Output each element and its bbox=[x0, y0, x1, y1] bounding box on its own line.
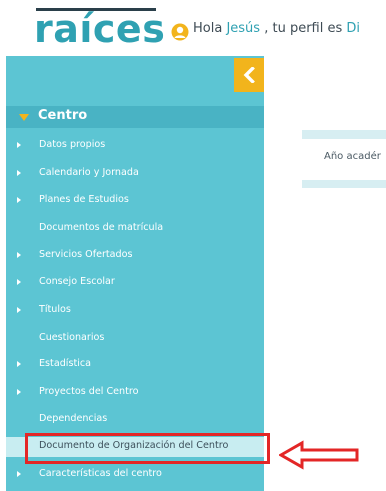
caret-right-icon bbox=[17, 389, 21, 395]
caret-right-icon bbox=[17, 252, 21, 258]
section-title: Centro bbox=[38, 108, 88, 123]
sidebar-item-label: Características del centro bbox=[39, 468, 162, 479]
caret-right-icon bbox=[17, 471, 21, 477]
arrow-left-annotation-icon bbox=[279, 440, 359, 470]
logo[interactable]: raíces bbox=[34, 6, 165, 52]
sidebar-item-titulos[interactable]: Títulos bbox=[6, 301, 264, 321]
header: raíces Hola Jesús , tu perfil es Di bbox=[0, 0, 386, 56]
sidebar-item-label: Documentos de matrícula bbox=[39, 222, 164, 233]
caret-right-icon bbox=[17, 307, 21, 313]
sidebar-item-caracteristicas-del-centro[interactable]: Características del centro bbox=[6, 465, 264, 485]
academic-year-label: Año acadér bbox=[324, 151, 381, 162]
sidebar-item-planes-de-estudios[interactable]: Planes de Estudios bbox=[6, 191, 264, 211]
collapse-sidebar-button[interactable] bbox=[234, 58, 264, 92]
content-divider-top bbox=[302, 130, 386, 139]
sidebar-item-proyectos-del-centro[interactable]: Proyectos del Centro bbox=[6, 383, 264, 403]
chevron-left-icon bbox=[243, 67, 255, 83]
sidebar-item-datos-propios[interactable]: Datos propios bbox=[6, 136, 264, 156]
sidebar-item-label: Planes de Estudios bbox=[39, 194, 129, 205]
sidebar-item-estadistica[interactable]: Estadística bbox=[6, 355, 264, 375]
caret-right-icon bbox=[17, 142, 21, 148]
caret-right-icon bbox=[17, 197, 21, 203]
sidebar-item-consejo-escolar[interactable]: Consejo Escolar bbox=[6, 273, 264, 293]
highlight-annotation-box bbox=[25, 433, 270, 464]
sidebar-item-label: Calendario y Jornada bbox=[39, 167, 139, 178]
section-header-centro[interactable]: Centro bbox=[6, 106, 264, 128]
sidebar-item-label: Cuestionarios bbox=[39, 332, 105, 343]
user-icon[interactable] bbox=[171, 23, 189, 41]
sidebar-item-label: Servicios Ofertados bbox=[39, 249, 133, 260]
sidebar-item-label: Títulos bbox=[39, 304, 71, 315]
caret-right-icon bbox=[17, 170, 21, 176]
sidebar-item-label: Dependencias bbox=[39, 413, 108, 424]
content-divider-bottom bbox=[302, 180, 386, 188]
page: raíces Hola Jesús , tu perfil es Di Cent… bbox=[0, 0, 386, 491]
sidebar-item-cuestionarios[interactable]: Cuestionarios bbox=[6, 329, 264, 349]
sidebar-item-label: Datos propios bbox=[39, 139, 106, 150]
sidebar: Centro Datos propios Calendario y Jornada… bbox=[6, 56, 264, 491]
sidebar-item-documentos-de-matricula[interactable]: Documentos de matrícula bbox=[6, 219, 264, 239]
sidebar-item-label: Estadística bbox=[39, 358, 92, 369]
sidebar-item-label: Proyectos del Centro bbox=[39, 386, 139, 397]
greeting: Hola Jesús , tu perfil es Di bbox=[193, 21, 360, 36]
greeting-prefix: Hola bbox=[193, 21, 227, 36]
profile-link[interactable]: Di bbox=[346, 21, 360, 36]
caret-down-icon bbox=[19, 114, 29, 121]
greeting-suffix: , tu perfil es bbox=[260, 21, 347, 36]
sidebar-item-dependencias[interactable]: Dependencias bbox=[6, 410, 264, 430]
caret-right-icon bbox=[17, 279, 21, 285]
sidebar-item-calendario-y-jornada[interactable]: Calendario y Jornada bbox=[6, 164, 264, 184]
caret-right-icon bbox=[17, 361, 21, 367]
user-name-link[interactable]: Jesús bbox=[226, 21, 260, 36]
sidebar-item-servicios-ofertados[interactable]: Servicios Ofertados bbox=[6, 246, 264, 266]
sidebar-item-label: Consejo Escolar bbox=[39, 276, 115, 287]
